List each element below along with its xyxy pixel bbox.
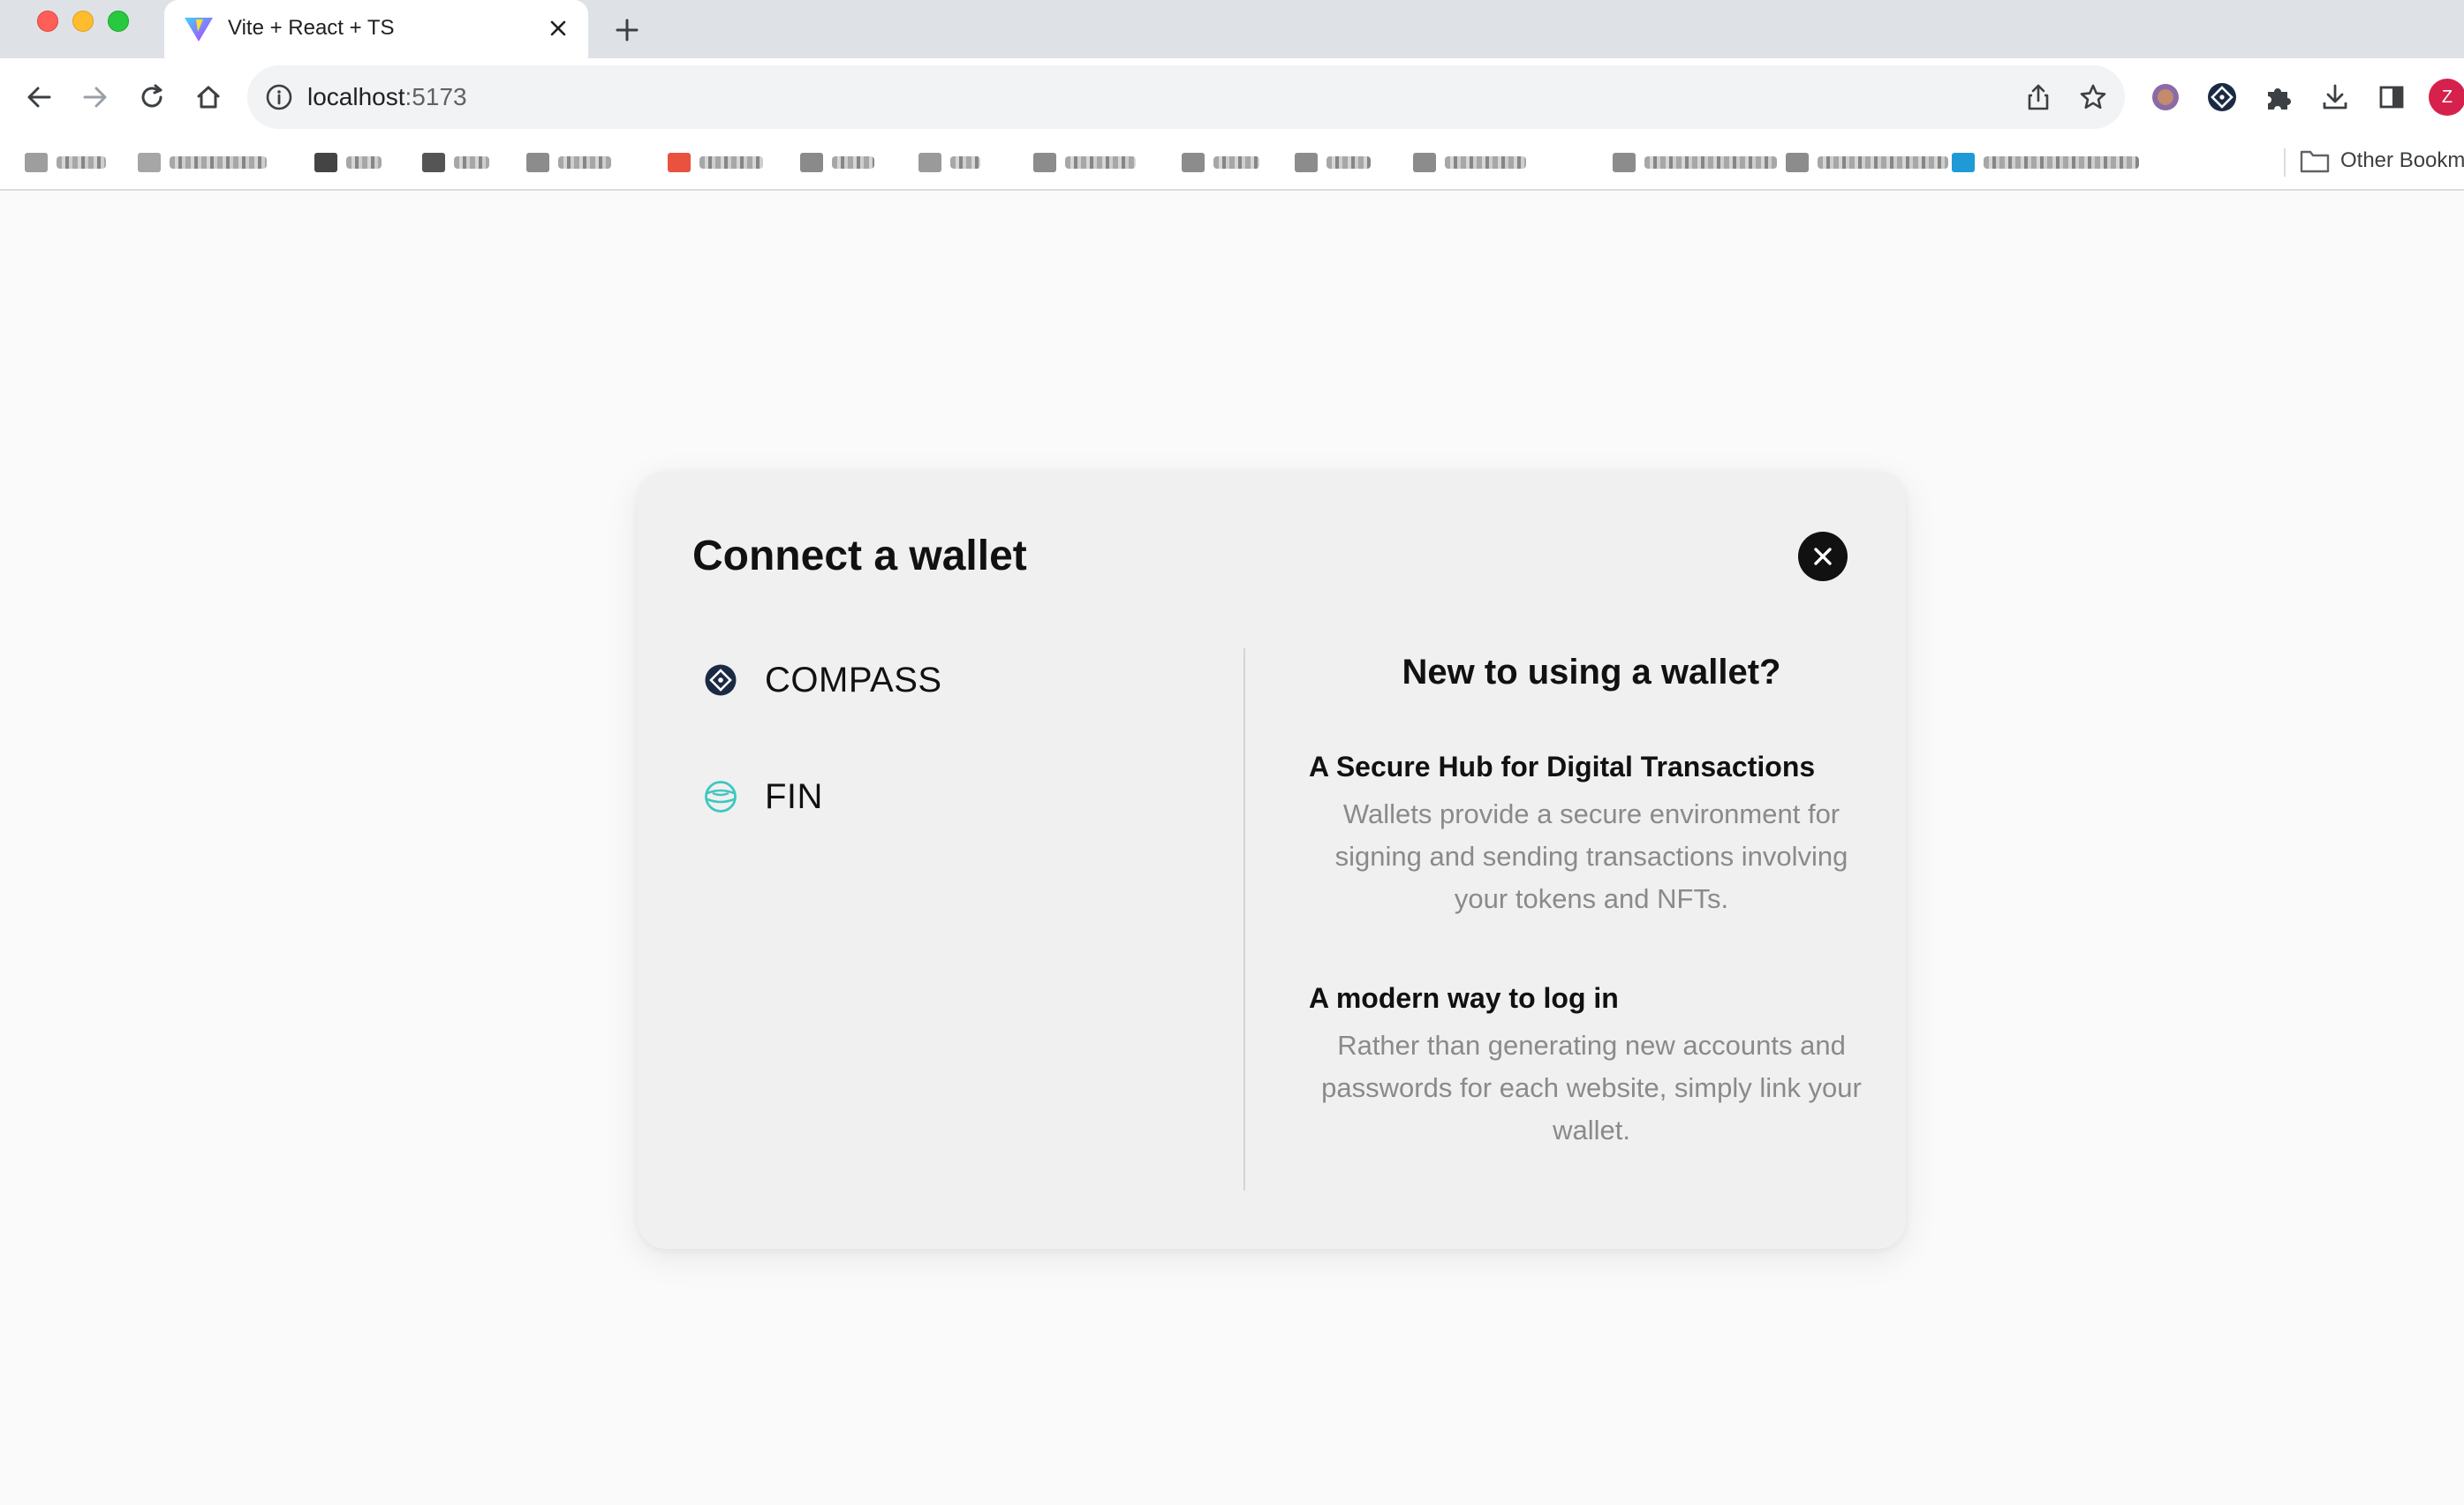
wallet-option-fin[interactable]: FIN <box>691 761 1185 832</box>
back-arrow-icon[interactable] <box>19 78 58 117</box>
bookmark-favicon-icon <box>422 153 445 172</box>
modal-title: Connect a wallet <box>692 533 1027 579</box>
bookmark-item[interactable] <box>1295 150 1371 175</box>
bookmark-star-icon[interactable] <box>2077 81 2109 113</box>
window-maximize-button[interactable] <box>108 11 129 32</box>
bookmark-favicon-icon <box>526 153 549 172</box>
bookmark-label-redacted <box>1984 156 2139 169</box>
bookmark-label-redacted <box>1818 156 1948 169</box>
folder-icon <box>2300 150 2330 173</box>
bookmark-favicon-icon <box>1033 153 1056 172</box>
bookmark-favicon-icon <box>918 153 941 172</box>
bookmark-label-redacted <box>558 156 611 169</box>
close-icon <box>1814 548 1832 565</box>
other-bookmarks-label: Other Bookmarks <box>2340 148 2464 172</box>
new-tab-icon[interactable] <box>609 12 645 48</box>
wallet-option-compass[interactable]: COMPASS <box>691 645 1185 715</box>
window-minimize-button[interactable] <box>72 11 94 32</box>
bookmark-favicon-icon <box>1786 153 1809 172</box>
url-text: localhost:5173 <box>307 81 467 113</box>
profile-avatar[interactable]: Z <box>2429 79 2464 116</box>
bookmark-label-redacted <box>832 156 874 169</box>
bookmark-label-redacted <box>57 156 106 169</box>
reload-icon[interactable] <box>132 78 171 117</box>
window-close-button[interactable] <box>37 11 58 32</box>
extension-avatar-icon[interactable] <box>2146 78 2185 117</box>
bookmark-item[interactable] <box>25 150 106 175</box>
url-host: localhost <box>307 83 405 110</box>
wallet-label: FIN <box>765 776 823 816</box>
help-section-body: Wallets provide a secure environment for… <box>1334 798 1848 914</box>
share-icon[interactable] <box>2022 81 2054 113</box>
help-title: New to using a wallet? <box>1402 653 1781 692</box>
bookmark-label-redacted <box>454 156 489 169</box>
bookmark-favicon-icon <box>314 153 337 172</box>
bookmark-item[interactable] <box>422 150 489 175</box>
bookmark-label-redacted <box>950 156 980 169</box>
bookmark-item[interactable] <box>1952 150 2139 175</box>
bookmark-favicon-icon <box>668 153 691 172</box>
bookmark-favicon-icon <box>1413 153 1436 172</box>
bookmark-item[interactable] <box>800 150 874 175</box>
bookmark-favicon-icon <box>1952 153 1975 172</box>
bookmark-label-redacted <box>346 156 382 169</box>
bookmark-favicon-icon <box>1295 153 1318 172</box>
compass-extension-icon[interactable] <box>2203 78 2241 117</box>
modal-close-button[interactable] <box>1798 532 1848 581</box>
bookmark-item[interactable] <box>1182 150 1259 175</box>
help-section-heading: A modern way to log in <box>1309 982 1619 1014</box>
site-info-icon[interactable] <box>263 81 295 113</box>
fin-icon <box>703 779 738 814</box>
vite-logo-icon <box>185 18 213 42</box>
side-panel-icon[interactable] <box>2372 78 2411 117</box>
bookmark-item[interactable] <box>1413 150 1526 175</box>
connect-wallet-modal: Connect a wallet COMPASS FIN New to usin… <box>638 472 1906 1249</box>
bookmark-item[interactable] <box>668 150 763 175</box>
bookmark-label-redacted <box>699 156 763 169</box>
bookmark-favicon-icon <box>1613 153 1636 172</box>
forward-arrow-icon[interactable] <box>76 78 115 117</box>
tab-close-icon[interactable] <box>544 14 572 42</box>
help-section: A modern way to log in Rather than gener… <box>1309 979 1874 1152</box>
bookmark-favicon-icon <box>25 153 48 172</box>
bookmark-item[interactable] <box>138 150 267 175</box>
help-section-body: Rather than generating new accounts and … <box>1321 1030 1862 1146</box>
bookmark-item[interactable] <box>1786 150 1948 175</box>
bookmark-favicon-icon <box>138 153 161 172</box>
bookmark-label-redacted <box>1065 156 1136 169</box>
help-section: A Secure Hub for Digital Transactions Wa… <box>1309 747 1874 920</box>
download-icon[interactable] <box>2316 78 2354 117</box>
browser-toolbar: localhost:5173 Z Other Bookm <box>0 58 2464 191</box>
bookmark-item[interactable] <box>526 150 611 175</box>
bookmark-item[interactable] <box>1613 150 1777 175</box>
bookmark-label-redacted <box>1326 156 1371 169</box>
home-icon[interactable] <box>189 78 228 117</box>
other-bookmarks-folder[interactable]: Other Bookmarks <box>2300 147 2464 175</box>
bookmarks-separator <box>2284 148 2286 177</box>
bookmark-label-redacted <box>170 156 267 169</box>
extensions-puzzle-icon[interactable] <box>2259 78 2298 117</box>
bookmarks-bar: Other Bookmarks <box>0 134 2464 187</box>
wallet-label: COMPASS <box>765 660 942 700</box>
bookmark-favicon-icon <box>800 153 823 172</box>
browser-tab-active[interactable]: Vite + React + TS <box>164 0 588 58</box>
bookmark-item[interactable] <box>314 150 382 175</box>
modal-divider <box>1243 648 1245 1191</box>
url-port: :5173 <box>404 83 467 110</box>
address-bar[interactable]: localhost:5173 <box>247 65 2125 129</box>
bookmark-item[interactable] <box>918 150 980 175</box>
tab-title: Vite + React + TS <box>228 16 395 40</box>
compass-icon <box>703 662 738 698</box>
bookmark-label-redacted <box>1213 156 1259 169</box>
browser-tabstrip: Vite + React + TS <box>0 0 2464 58</box>
bookmark-favicon-icon <box>1182 153 1205 172</box>
bookmark-item[interactable] <box>1033 150 1136 175</box>
bookmark-label-redacted <box>1445 156 1526 169</box>
bookmark-label-redacted <box>1644 156 1777 169</box>
help-section-heading: A Secure Hub for Digital Transactions <box>1309 751 1816 783</box>
